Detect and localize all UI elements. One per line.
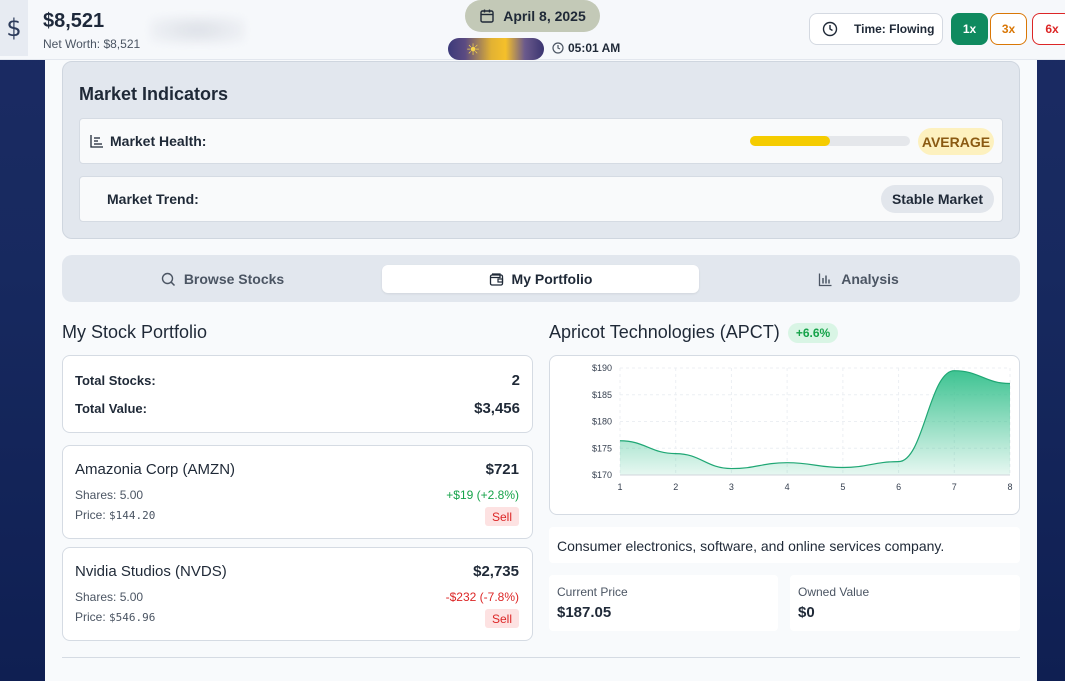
chart-x-tick-label: 3: [729, 482, 734, 492]
tab-browse-stocks[interactable]: Browse Stocks: [64, 265, 381, 293]
holding-value: $721: [485, 461, 519, 478]
chart-x-tick-label: 5: [840, 482, 845, 492]
clock-text: 05:01 AM: [568, 41, 621, 55]
tab-label: Analysis: [841, 271, 899, 287]
tab-label: Browse Stocks: [183, 271, 285, 287]
time-mode-label: Time: Flowing: [854, 22, 935, 36]
total-stocks-value: 2: [511, 372, 520, 389]
sell-button[interactable]: Sell: [485, 609, 519, 628]
holding-shares: Shares: 5.00: [75, 488, 144, 502]
bar-chart-icon: [90, 135, 103, 148]
calendar-icon: [480, 9, 494, 23]
total-value-value: $3,456: [474, 400, 520, 417]
holding-price: Price: $144.20: [75, 508, 156, 522]
speed-3x-button[interactable]: 3x: [990, 13, 1027, 45]
current-price-value: $187.05: [557, 604, 612, 621]
market-indicators: Market Indicators Market Health: AVERAGE…: [62, 61, 1020, 239]
chart-y-tick-label: $190: [592, 363, 612, 373]
market-health-label: Market Health:: [110, 133, 207, 149]
chart-x-tick-label: 2: [673, 482, 678, 492]
portfolio-title: My Stock Portfolio: [62, 322, 208, 342]
market-health-row: Market Health: AVERAGE: [79, 118, 1003, 164]
wallet-icon: [489, 272, 503, 286]
blurred-area: [150, 16, 245, 44]
sell-button[interactable]: Sell: [485, 507, 519, 526]
dollar-icon: $: [0, 0, 28, 56]
market-trend-status: Stable Market: [881, 185, 994, 213]
chart-x-tick-label: 1: [617, 482, 622, 492]
chart-area: [620, 370, 1010, 475]
holding-name: Amazonia Corp (AMZN): [75, 461, 236, 478]
speed-1x-button[interactable]: 1x: [951, 13, 988, 45]
date-display: April 8, 2025: [465, 0, 600, 32]
market-health-status: AVERAGE: [918, 128, 994, 155]
price-chart: $170 $175 $180 $185 $190 1 2 3 4 5 6 7 8: [549, 355, 1020, 515]
holding-card[interactable]: Amazonia Corp (AMZN) $721 Shares: 5.00 P…: [62, 445, 533, 539]
clock-icon: [822, 21, 838, 37]
chart-y-tick-label: $180: [592, 417, 612, 427]
price-chart-svg: $170 $175 $180 $185 $190 1 2 3 4 5 6 7 8: [592, 363, 1013, 492]
holding-shares: Shares: 5.00: [75, 590, 144, 604]
owned-value-box: Owned Value $0: [790, 575, 1020, 631]
stock-detail-title: Apricot Technologies (APCT): [549, 322, 780, 342]
total-stocks-label: Total Stocks:: [75, 373, 156, 388]
top-bar: $ $8,521 Net Worth: $8,521 April 8, 2025…: [0, 0, 1065, 60]
portfolio-summary: Total Stocks: 2 Total Value: $3,456: [62, 355, 533, 433]
chart-y-tick-label: $170: [592, 470, 612, 480]
stock-description: Consumer electronics, software, and onli…: [549, 527, 1020, 563]
stock-change-badge: +6.6%: [788, 323, 838, 343]
clock-display: 05:01 AM: [552, 41, 620, 55]
net-worth: Net Worth: $8,521: [43, 37, 141, 51]
cash-balance: $8,521: [43, 10, 105, 32]
time-mode-button[interactable]: Time: Flowing: [809, 13, 943, 45]
divider: [62, 657, 1020, 658]
total-value-label: Total Value:: [75, 401, 147, 416]
speed-6x-button[interactable]: 6x: [1032, 13, 1065, 45]
market-trend-label: Market Trend:: [107, 191, 199, 207]
current-price-box: Current Price $187.05: [549, 575, 778, 631]
holding-value: $2,735: [473, 563, 519, 580]
holding-price: Price: $546.96: [75, 610, 156, 624]
chart-y-tick-label: $175: [592, 443, 612, 453]
clock-icon: [552, 42, 564, 54]
owned-value-label: Owned Value: [798, 585, 870, 599]
holding-change: +$19 (+2.8%): [446, 488, 519, 502]
sun-icon: ☀: [465, 39, 481, 59]
chart-x-tick-label: 7: [952, 482, 957, 492]
current-price-label: Current Price: [557, 585, 628, 599]
holding-name: Nvidia Studios (NVDS): [75, 563, 227, 580]
tab-label: My Portfolio: [511, 271, 593, 287]
total-stocks-row: Total Stocks: 2: [75, 372, 520, 389]
market-health-label-group: Market Health:: [90, 133, 206, 149]
market-indicators-title: Market Indicators: [79, 84, 229, 104]
chart-y-tick-label: $185: [592, 390, 612, 400]
search-icon: [161, 272, 175, 286]
total-value-row: Total Value: $3,456: [75, 400, 520, 417]
date-text: April 8, 2025: [503, 8, 586, 24]
market-health-fill: [750, 136, 830, 146]
holding-card[interactable]: Nvidia Studios (NVDS) $2,735 Shares: 5.0…: [62, 547, 533, 641]
tab-my-portfolio[interactable]: My Portfolio: [382, 265, 699, 293]
owned-value-value: $0: [798, 604, 815, 621]
market-health-bar: [750, 136, 910, 146]
bar-chart-icon: [819, 273, 832, 286]
holding-change: -$232 (-7.8%): [445, 590, 519, 604]
chart-x-tick-label: 4: [785, 482, 790, 492]
tab-analysis[interactable]: Analysis: [700, 265, 1017, 293]
chart-x-tick-label: 8: [1007, 482, 1012, 492]
chart-x-tick-label: 6: [896, 482, 901, 492]
view-tabs: Browse Stocks My Portfolio Analysis: [62, 255, 1020, 302]
market-trend-row: Market Trend: Stable Market: [79, 176, 1003, 222]
